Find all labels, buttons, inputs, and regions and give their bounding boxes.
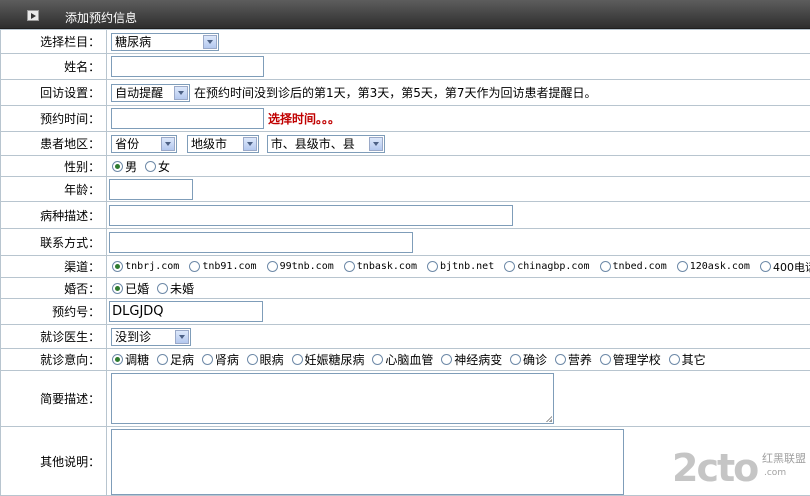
intent-radio-5[interactable]	[372, 354, 383, 365]
row-doctor: 就诊医生： 没到诊	[1, 325, 810, 349]
row-disease-desc: 病种描述：	[1, 202, 810, 229]
chevron-down-icon	[243, 137, 257, 151]
row-marital: 婚否： 已婚 未婚	[1, 278, 810, 299]
row-channel: 渠道： tnbrj.com tnb91.com 99tnb.com tnbask…	[1, 256, 810, 278]
appt-no-input[interactable]: DLGJDQ	[109, 301, 263, 322]
intent-label: 就诊意向：	[1, 349, 107, 371]
followup-note: 在预约时间没到诊后的第1天，第3天，第5天，第7天作为回访患者提醒日。	[194, 86, 597, 100]
gender-radio-male[interactable]	[112, 161, 123, 172]
marital-radio-married[interactable]	[112, 283, 123, 294]
row-category: 选择栏目： 糖尿病	[1, 30, 810, 54]
county-select[interactable]: 市、县级市、县	[267, 135, 385, 153]
panel-header: 添加预约信息	[0, 0, 810, 29]
chevron-down-icon	[369, 137, 383, 151]
channel-radio-400[interactable]	[760, 261, 771, 272]
contact-input[interactable]	[109, 232, 413, 253]
row-brief: 简要描述：	[1, 371, 810, 427]
row-followup: 回访设置： 自动提醒 在预约时间没到诊后的第1天，第3天，第5天，第7天作为回访…	[1, 80, 810, 106]
row-age: 年龄：	[1, 177, 810, 202]
row-appt-no: 预约号： DLGJDQ	[1, 299, 810, 325]
channel-radio-tnbask[interactable]	[344, 261, 355, 272]
row-appt-time: 预约时间： 选择时间。。。	[1, 106, 810, 132]
appt-time-label: 预约时间：	[1, 106, 107, 132]
chevron-down-icon	[174, 86, 188, 100]
intent-radio-10[interactable]	[669, 354, 680, 365]
marital-radio-single[interactable]	[157, 283, 168, 294]
intent-radio-3[interactable]	[247, 354, 258, 365]
chevron-down-icon	[161, 137, 175, 151]
intent-radio-6[interactable]	[441, 354, 452, 365]
category-label: 选择栏目：	[1, 30, 107, 54]
doctor-label: 就诊医生：	[1, 325, 107, 349]
row-contact: 联系方式：	[1, 229, 810, 256]
intent-radio-9[interactable]	[600, 354, 611, 365]
channel-radio-tnbed[interactable]	[600, 261, 611, 272]
intent-radio-7[interactable]	[510, 354, 521, 365]
brief-textarea[interactable]	[111, 373, 554, 424]
other-label: 其他说明：	[1, 427, 107, 496]
disease-desc-label: 病种描述：	[1, 202, 107, 229]
channel-radio-tnbrj[interactable]	[112, 261, 123, 272]
play-icon	[27, 10, 39, 21]
marital-label: 婚否：	[1, 278, 107, 299]
appt-time-picker-link[interactable]: 选择时间。。。	[268, 112, 340, 126]
row-intent: 就诊意向： 调糖 足病 肾病 眼病 妊娠糖尿病 心脑血管 神经病变 确诊 营养 …	[1, 349, 810, 371]
channel-radio-99tnb[interactable]	[267, 261, 278, 272]
category-select[interactable]: 糖尿病	[111, 33, 219, 51]
resize-grip-icon[interactable]	[546, 416, 552, 422]
intent-radio-1[interactable]	[157, 354, 168, 365]
name-label: 姓名：	[1, 54, 107, 80]
doctor-select[interactable]: 没到诊	[111, 328, 191, 346]
region-label: 患者地区：	[1, 132, 107, 156]
disease-desc-input[interactable]	[109, 205, 513, 226]
appt-no-label: 预约号：	[1, 299, 107, 325]
intent-radio-2[interactable]	[202, 354, 213, 365]
followup-select[interactable]: 自动提醒	[111, 84, 190, 102]
gender-radio-female[interactable]	[145, 161, 156, 172]
row-region: 患者地区： 省份 地级市 市、县级市、县	[1, 132, 810, 156]
age-label: 年龄：	[1, 177, 107, 202]
channel-radio-bjtnb[interactable]	[427, 261, 438, 272]
intent-radio-4[interactable]	[292, 354, 303, 365]
chevron-down-icon	[203, 35, 217, 49]
intent-radio-0[interactable]	[112, 354, 123, 365]
age-input[interactable]	[109, 179, 193, 200]
appt-time-input[interactable]	[111, 108, 264, 129]
intent-radio-8[interactable]	[555, 354, 566, 365]
channel-radio-tnb91[interactable]	[189, 261, 200, 272]
appointment-form: 选择栏目： 糖尿病 姓名： 回访设置： 自动提醒 在预约时间没到诊后的第1天，第…	[0, 29, 810, 496]
channel-label: 渠道：	[1, 256, 107, 278]
channel-radio-chinagbp[interactable]	[504, 261, 515, 272]
chevron-down-icon	[175, 330, 189, 344]
province-select[interactable]: 省份	[111, 135, 177, 153]
other-textarea[interactable]	[111, 429, 624, 495]
brief-label: 简要描述：	[1, 371, 107, 427]
followup-label: 回访设置：	[1, 80, 107, 106]
watermark-logo: 2cto 红黑联盟 .com	[672, 448, 810, 488]
panel-title: 添加预约信息	[65, 9, 137, 26]
city-select[interactable]: 地级市	[187, 135, 259, 153]
gender-label: 性别：	[1, 156, 107, 177]
row-gender: 性别： 男 女	[1, 156, 810, 177]
name-input[interactable]	[111, 56, 264, 77]
row-name: 姓名：	[1, 54, 810, 80]
contact-label: 联系方式：	[1, 229, 107, 256]
channel-radio-120ask[interactable]	[677, 261, 688, 272]
